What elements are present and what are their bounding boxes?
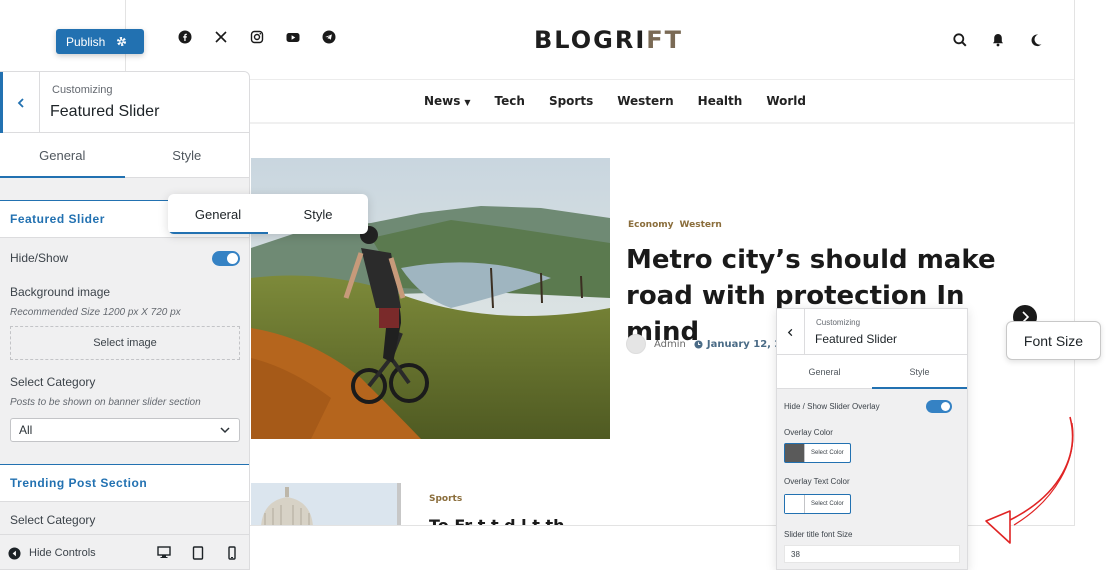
site-navigation: News ▼ Tech Sports Western Health World (126, 80, 1074, 124)
social-links (178, 30, 336, 44)
overlay-toggle-label: Hide / Show Slider Overlay (784, 402, 880, 411)
hero-category-economy[interactable]: Economy (628, 220, 674, 230)
font-size-input[interactable]: 38 (784, 545, 960, 563)
second-post-title[interactable]: To Fr t t d l t th (429, 516, 565, 525)
font-size-callout: Font Size (1006, 321, 1101, 360)
hide-controls-label: Hide Controls (29, 547, 96, 559)
moon-icon[interactable] (1028, 32, 1044, 48)
overlay-color-swatch (785, 444, 805, 462)
font-size-label: Slider title font Size (784, 530, 853, 539)
nav-item-sports[interactable]: Sports (549, 94, 593, 108)
category-select-value: All (19, 423, 33, 437)
telegram-icon[interactable] (322, 30, 336, 44)
nav-item-health[interactable]: Health (698, 94, 743, 108)
tab-general[interactable]: General (0, 133, 125, 178)
nav-item-tech[interactable]: Tech (495, 94, 525, 108)
chevron-down-icon (220, 427, 230, 434)
callout-tab-general[interactable]: General (168, 194, 268, 234)
site-header: BLOGRIFT (126, 0, 1074, 80)
x-icon[interactable] (214, 30, 228, 44)
hero-category-western[interactable]: Western (680, 220, 722, 230)
mini-panel-subtitle: Customizing (816, 318, 861, 327)
nav-item-world[interactable]: World (766, 94, 806, 108)
annotation-arrow (985, 416, 1074, 544)
clock-icon (694, 339, 703, 349)
section-trending-post[interactable]: Trending Post Section (0, 464, 249, 502)
header-actions (952, 32, 1044, 48)
panel-footer: Hide Controls (0, 534, 249, 570)
overlay-text-color-label: Overlay Text Color (784, 477, 850, 486)
gear-icon[interactable] (115, 35, 128, 48)
caret-down-icon: ▼ (464, 98, 471, 107)
select-category-desc: Posts to be shown on banner slider secti… (10, 397, 201, 408)
hide-show-toggle[interactable] (212, 251, 240, 266)
tablet-preview-button[interactable] (181, 535, 215, 570)
publish-label: Publish (66, 34, 106, 49)
panel-tabs: General Style (0, 133, 249, 178)
panel-subtitle: Customizing (52, 84, 113, 96)
logo-text: BLOGRI (534, 26, 647, 54)
screenshot-root: BLOGRIFT News ▼ Tech Sports Western Healt… (0, 0, 1111, 570)
mini-tab-style[interactable]: Style (872, 355, 967, 389)
youtube-icon[interactable] (286, 30, 300, 44)
callout-tab-style[interactable]: Style (268, 194, 368, 234)
overlay-text-color-button: Select Color (811, 501, 844, 507)
image-divider (397, 483, 401, 525)
tabs-callout: General Style (168, 194, 368, 234)
select-category-label: Select Category (10, 375, 96, 389)
panel-title: Featured Slider (50, 103, 160, 120)
customizer-panel: Customizing Featured Slider General Styl… (0, 71, 250, 570)
mini-tab-general[interactable]: General (777, 355, 872, 388)
publish-button[interactable]: Publish (56, 29, 144, 54)
hero-categories: Economy Western (628, 220, 722, 230)
nav-item-news[interactable]: News ▼ (424, 94, 471, 108)
nav-item-western[interactable]: Western (617, 94, 673, 108)
collapse-icon (8, 546, 21, 560)
mini-back-button[interactable] (777, 309, 805, 355)
facebook-icon[interactable] (178, 30, 192, 44)
site-logo[interactable]: BLOGRIFT (534, 26, 683, 54)
mobile-preview-button[interactable] (215, 535, 249, 570)
overlay-color-button: Select Color (811, 450, 844, 456)
select-image-button[interactable]: Select image (10, 326, 240, 360)
hero-author[interactable]: Admin (654, 339, 686, 350)
bell-icon[interactable] (990, 32, 1006, 48)
overlay-color-label: Overlay Color (784, 428, 833, 437)
mini-panel-title: Featured Slider (815, 332, 898, 346)
back-button[interactable] (0, 72, 40, 133)
mobile-icon (228, 546, 236, 560)
overlay-color-picker[interactable]: Select Color (784, 443, 851, 463)
author-avatar (626, 334, 646, 354)
hide-show-label: Hide/Show (10, 251, 69, 265)
second-post-category[interactable]: Sports (429, 494, 462, 504)
mini-panel-tabs: General Style (777, 355, 967, 389)
search-icon[interactable] (952, 32, 968, 48)
style-panel-preview: Customizing Featured Slider General Styl… (776, 308, 968, 570)
nav-label: News (423, 94, 461, 108)
overlay-text-color-swatch (785, 495, 805, 513)
chevron-left-icon (17, 97, 24, 108)
overlay-text-color-picker[interactable]: Select Color (784, 494, 851, 514)
chevron-left-icon (787, 328, 793, 336)
tablet-icon (192, 546, 204, 560)
hide-controls-button[interactable]: Hide Controls (0, 546, 147, 560)
bg-image-label: Background image (10, 285, 111, 299)
tab-style[interactable]: Style (125, 133, 250, 177)
desktop-preview-button[interactable] (147, 535, 181, 570)
select-category-label-2: Select Category (10, 513, 96, 527)
overlay-toggle[interactable] (926, 400, 952, 413)
panel-header: Customizing Featured Slider (0, 72, 249, 133)
desktop-icon (157, 546, 171, 558)
bg-image-desc: Recommended Size 1200 px X 720 px (10, 307, 181, 318)
instagram-icon[interactable] (250, 30, 264, 44)
category-select[interactable]: All (10, 418, 240, 442)
mini-panel-header: Customizing Featured Slider (777, 309, 967, 355)
second-post-image[interactable] (251, 483, 401, 525)
logo-accent: FT (646, 26, 684, 54)
